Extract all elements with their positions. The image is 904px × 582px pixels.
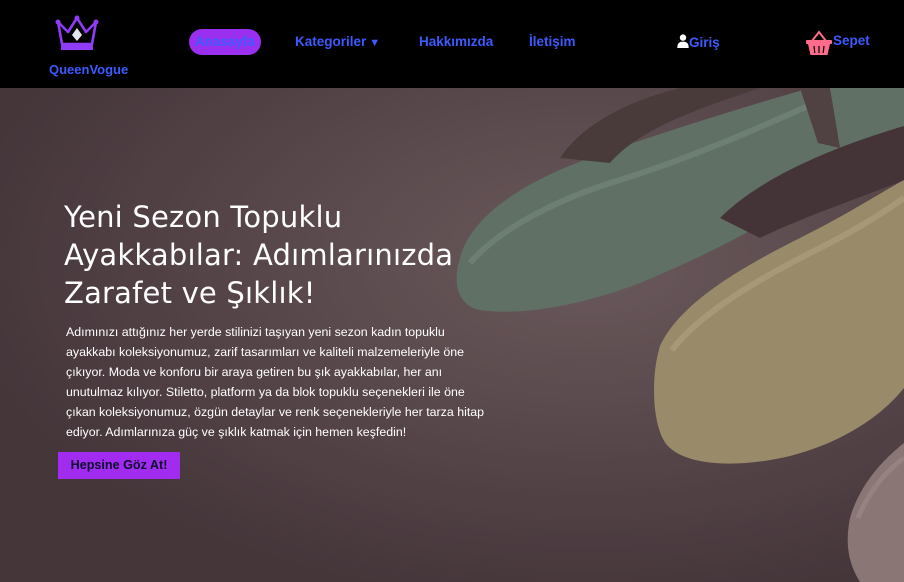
nav-login-label: Giriş <box>689 35 720 50</box>
brand-logo[interactable]: QueenVogue <box>44 10 134 82</box>
hero-description: Adımınızı attığınız her yerde stilinizi … <box>66 325 485 439</box>
crown-icon <box>55 15 99 50</box>
nav-home[interactable]: Anasayfa <box>189 29 262 55</box>
hero-title: Yeni Sezon Topuklu Ayakkabılar: Adımları… <box>64 200 454 310</box>
nav-cart[interactable]: Sepet <box>805 30 870 56</box>
hero-banner: Yeni Sezon Topuklu Ayakkabılar: Adımları… <box>0 88 904 582</box>
top-navbar: QueenVogue Anasayfa Kategoriler ▼ Hakkımı… <box>0 0 904 88</box>
nav-categories[interactable]: Kategoriler ▼ <box>295 34 380 49</box>
nav-cart-label: Sepet <box>833 33 870 48</box>
nav-login[interactable]: Giriş <box>677 34 720 50</box>
browse-all-button[interactable]: Hepsine Göz At! <box>58 452 180 479</box>
nav-contact[interactable]: İletişim <box>529 34 576 49</box>
nav-about[interactable]: Hakkımızda <box>419 34 493 49</box>
brand-name: QueenVogue <box>49 62 129 77</box>
basket-icon <box>806 30 832 55</box>
nav-categories-label: Kategoriler <box>295 34 367 49</box>
chevron-down-icon: ▼ <box>369 37 381 49</box>
user-icon <box>677 34 689 48</box>
